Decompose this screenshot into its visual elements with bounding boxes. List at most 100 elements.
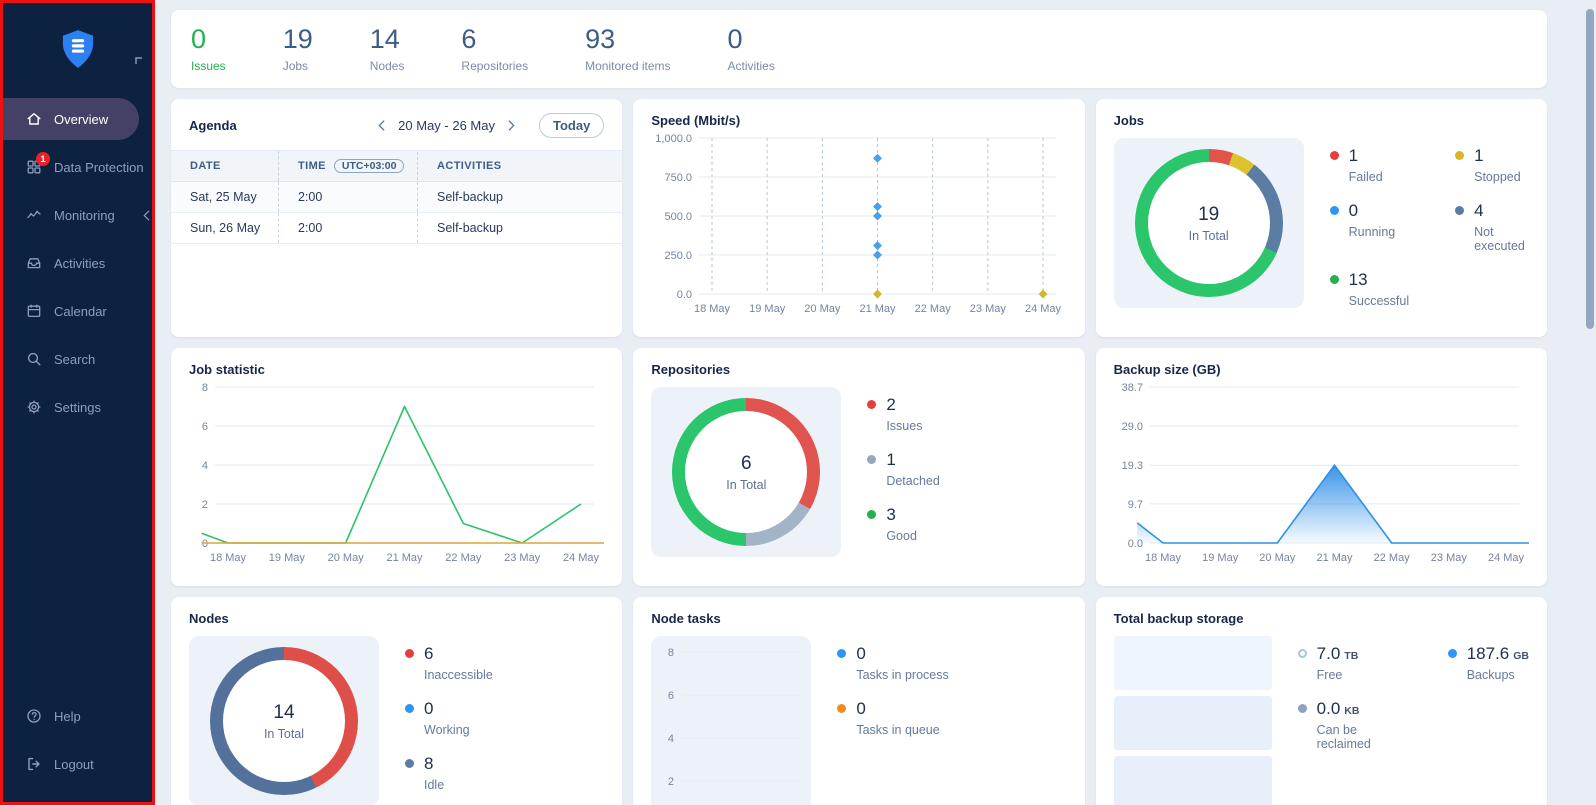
- nodes-card: Nodes 14 In Total 6Inaccessible0Working8…: [171, 597, 622, 805]
- nodes-legend: 6Inaccessible 0Working 8Idle: [405, 636, 493, 805]
- page-scrollbar[interactable]: [1584, 0, 1595, 805]
- legend-number: 0: [856, 699, 865, 718]
- svg-text:23 May: 23 May: [504, 552, 541, 564]
- repositories-donut-panel: 6 In Total: [651, 387, 841, 557]
- nodes-donut-panel: 14 In Total: [189, 636, 379, 805]
- nodes-card-body: 14 In Total 6Inaccessible 0Working 8Idle: [189, 636, 604, 805]
- donut-total-label: In Total: [726, 478, 766, 492]
- svg-text:20 May: 20 May: [1259, 552, 1296, 564]
- storage-blocks-panel: [1114, 636, 1272, 805]
- donut-total: 6: [741, 453, 752, 475]
- svg-text:6: 6: [668, 690, 674, 702]
- job-statistic-card: Job statistic 0246818 May19 May20 May21 …: [171, 348, 622, 586]
- legend-number: 0: [1349, 201, 1358, 220]
- card-title: Agenda: [189, 118, 237, 133]
- sidebar-item-overview[interactable]: Overview: [3, 98, 139, 140]
- calendar-icon: [26, 303, 42, 319]
- sidebar-item-search[interactable]: Search: [3, 335, 152, 383]
- backup-size-chart: 0.09.719.329.038.718 May19 May20 May21 M…: [1114, 379, 1529, 567]
- search-icon: [26, 351, 42, 367]
- legend-label: Can be reclaimed: [1317, 723, 1402, 751]
- logout-icon: [26, 756, 42, 772]
- legend-dot: [867, 455, 876, 464]
- time-header-label: TIME: [298, 160, 326, 172]
- agenda-table-body: Sat, 25 May2:00Self-backupSun, 26 May2:0…: [171, 182, 622, 244]
- prev-week-button[interactable]: [376, 118, 387, 133]
- legend-dot: [405, 649, 414, 658]
- legend-item-can-be-reclaimed: 0.0KBCan be reclaimed: [1298, 699, 1402, 751]
- legend-value: 3: [886, 505, 917, 525]
- donut-center: 19 In Total: [1148, 162, 1270, 284]
- svg-text:22 May: 22 May: [1373, 552, 1410, 564]
- chevron-left-icon[interactable]: [143, 210, 150, 221]
- agenda-card: Agenda 20 May - 26 May Today DATE: [171, 99, 622, 337]
- svg-text:19 May: 19 May: [1202, 552, 1239, 564]
- legend-label: Issues: [886, 419, 922, 433]
- sidebar-item-logout[interactable]: Logout: [3, 740, 152, 788]
- agenda-date-cell: Sun, 26 May: [171, 213, 278, 243]
- storage-legend: 7.0TBFree187.6GBBackups0.0KBCan be recla…: [1298, 636, 1529, 805]
- donut-center: 14 In Total: [223, 660, 345, 782]
- svg-text:18 May: 18 May: [694, 303, 731, 315]
- legend-item-stopped: 1Stopped: [1455, 146, 1529, 184]
- stat-value: 19: [283, 25, 313, 53]
- legend-number: 0: [424, 699, 433, 718]
- sidebar-item-help[interactable]: Help: [3, 692, 152, 740]
- main-content: 0Issues19Jobs14Nodes6Repositories93Monit…: [155, 0, 1596, 805]
- today-button[interactable]: Today: [539, 113, 604, 138]
- legend-value: 2: [886, 395, 922, 415]
- legend-text: 13Successful: [1349, 270, 1409, 308]
- legend-label: Stopped: [1474, 170, 1521, 184]
- svg-text:24 May: 24 May: [1025, 303, 1062, 315]
- card-title: Backup size (GB): [1114, 362, 1529, 377]
- sidebar-item-settings[interactable]: Settings: [3, 383, 152, 431]
- stat-label: Monitored items: [585, 59, 670, 73]
- sidebar-collapse-icon[interactable]: [135, 52, 143, 60]
- sidebar-item-label: Overview: [54, 112, 108, 127]
- inbox-icon: [26, 255, 42, 271]
- storage-block: [1114, 696, 1272, 750]
- sidebar-item-label: Activities: [54, 256, 105, 271]
- legend-text: 0Running: [1349, 201, 1396, 253]
- legend-dot: [405, 704, 414, 713]
- agenda-time-cell: 2:00: [278, 213, 417, 243]
- legend-number: 3: [886, 505, 895, 524]
- legend-item-detached: 1Detached: [867, 450, 940, 488]
- sidebar-item-calendar[interactable]: Calendar: [3, 287, 152, 335]
- node-tasks-card: Node tasks 86420 0Tasks in process0Tasks…: [633, 597, 1084, 805]
- sidebar: Overview 1Data ProtectionMonitoring Activi…: [0, 0, 155, 805]
- legend-unit: TB: [1344, 650, 1358, 662]
- legend-item-tasks-in-queue: 0Tasks in queue: [837, 699, 948, 737]
- storage-block: [1114, 636, 1272, 690]
- stat-jobs: 19Jobs: [283, 25, 313, 72]
- stat-monitored-items: 93Monitored items: [585, 25, 670, 72]
- legend-text: 1Failed: [1349, 146, 1383, 184]
- nodes-donut-chart: 14 In Total: [210, 647, 358, 795]
- legend-text: 6Inaccessible: [424, 644, 493, 682]
- legend-item-idle: 8Idle: [405, 754, 493, 792]
- legend-dot: [837, 704, 846, 713]
- card-title: Total backup storage: [1114, 611, 1529, 626]
- legend-dot: [1298, 704, 1307, 713]
- donut-total-label: In Total: [264, 727, 304, 741]
- svg-text:19 May: 19 May: [269, 552, 306, 564]
- timezone-badge: UTC+03:00: [334, 159, 405, 173]
- legend-dot: [405, 759, 414, 768]
- svg-text:4: 4: [668, 733, 674, 745]
- legend-text: 0Working: [424, 699, 470, 737]
- gear-icon: [26, 399, 42, 415]
- sidebar-item-data-protection[interactable]: 1Data Protection: [3, 143, 152, 191]
- svg-text:4: 4: [202, 460, 208, 472]
- next-week-button[interactable]: [506, 118, 517, 133]
- speed-chart: 0.0250.0500.0750.01,000.018 May19 May20 …: [651, 130, 1066, 318]
- legend-item-successful: 13Successful: [1330, 270, 1409, 308]
- repositories-donut-chart: 6 In Total: [672, 398, 820, 546]
- sidebar-item-monitoring[interactable]: Monitoring: [3, 191, 152, 239]
- legend-label: Backups: [1467, 668, 1529, 682]
- legend-value: 13: [1349, 270, 1409, 290]
- scrollbar-thumb[interactable]: [1586, 9, 1594, 329]
- repositories-legend: 2Issues1Detached3Good: [867, 387, 940, 557]
- sidebar-item-activities[interactable]: Activities: [3, 239, 152, 287]
- svg-text:6: 6: [202, 421, 208, 433]
- stat-nodes: 14Nodes: [370, 25, 405, 72]
